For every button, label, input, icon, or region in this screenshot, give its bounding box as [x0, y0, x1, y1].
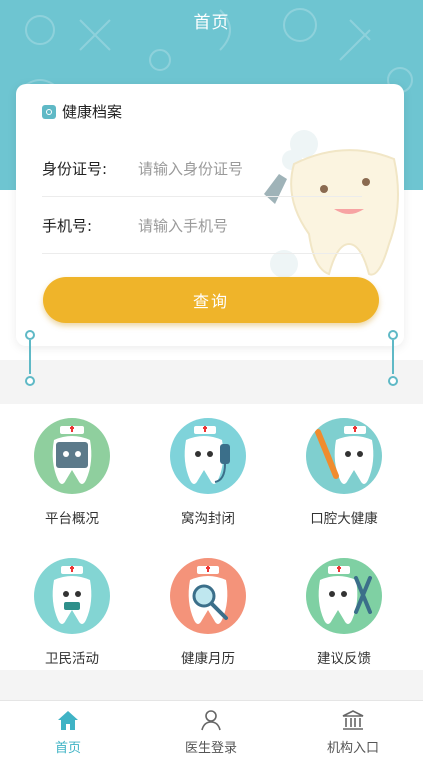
- grid-item-feedback[interactable]: 建议反馈: [284, 558, 404, 667]
- page-title: 首页: [193, 13, 230, 33]
- chain-ring-bottom-left: [25, 376, 35, 386]
- home-icon: [58, 711, 78, 730]
- tooth-drill-icon: [170, 418, 246, 494]
- grid-label: 口腔大健康: [310, 511, 378, 527]
- tab-doctor-login-label: 医生登录: [184, 741, 237, 756]
- card-title-text: 健康档案: [62, 103, 123, 121]
- grid-item-activities[interactable]: 卫民活动: [12, 558, 132, 667]
- grid-label: 平台概况: [45, 511, 99, 527]
- grid-label: 窝沟封闭: [181, 511, 235, 527]
- chain-left: [29, 340, 31, 374]
- grid-label: 建议反馈: [317, 651, 371, 667]
- grid-item-calendar[interactable]: 健康月历: [148, 558, 268, 667]
- tab-home-label: 首页: [54, 741, 81, 756]
- record-icon: [42, 104, 56, 119]
- bottom-tab-bar: 首页 医生登录 机构入口: [0, 700, 423, 757]
- user-icon: [201, 710, 221, 731]
- health-record-card: 健康档案 身份证号: 手机号: 查询: [16, 84, 404, 346]
- grid-label: 健康月历: [181, 651, 235, 667]
- institution-icon: [342, 710, 364, 730]
- grid-item-sealant[interactable]: 窝沟封闭: [148, 418, 268, 527]
- tab-doctor-login[interactable]: 医生登录: [161, 701, 261, 756]
- chain-ring-top-left: [25, 330, 35, 340]
- tooth-brush-icon: [306, 418, 382, 494]
- grid-label: 卫民活动: [45, 651, 99, 667]
- tab-institution[interactable]: 机构入口: [303, 701, 403, 756]
- feature-grid: 平台概况 窝沟封闭 口腔大健康 卫民活动 健康月历 建议反馈: [0, 404, 423, 670]
- chain-ring-bottom-right: [388, 376, 398, 386]
- id-number-label: 身份证号:: [42, 160, 108, 178]
- query-button[interactable]: 查询: [43, 277, 379, 323]
- card-title: 健康档案: [42, 101, 122, 122]
- tooth-magnifier-icon: [170, 558, 246, 634]
- phone-label: 手机号:: [42, 217, 93, 235]
- id-number-input[interactable]: [138, 159, 318, 178]
- tooth-tablet-icon: [34, 418, 110, 494]
- chain-ring-top-right: [388, 330, 398, 340]
- tab-home[interactable]: 首页: [18, 701, 118, 756]
- grid-item-platform[interactable]: 平台概况: [12, 418, 132, 527]
- tab-institution-label: 机构入口: [326, 741, 379, 756]
- chain-right: [392, 340, 394, 374]
- phone-row: 手机号:: [42, 198, 362, 254]
- id-number-row: 身份证号:: [42, 141, 362, 197]
- tooth-activity-icon: [34, 558, 110, 634]
- grid-item-oral-health[interactable]: 口腔大健康: [284, 418, 404, 527]
- tooth-wrench-icon: [306, 558, 382, 634]
- phone-input[interactable]: [138, 216, 318, 235]
